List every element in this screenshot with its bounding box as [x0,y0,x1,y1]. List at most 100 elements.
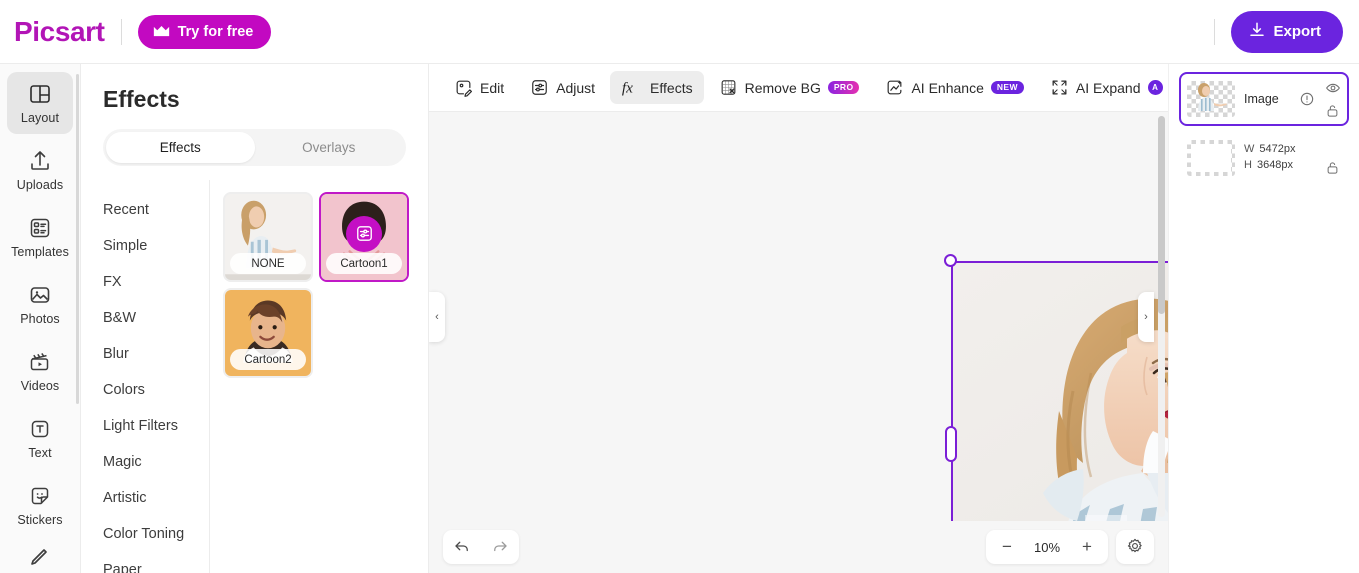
category-list: Recent Simple FX B&W Blur Colors Light F… [81,180,210,573]
redo-button[interactable] [481,530,519,564]
undo-icon [453,537,471,558]
sidebar-label-templates: Templates [11,244,69,259]
try-for-free-button[interactable]: Try for free [137,14,272,49]
category-paper[interactable]: Paper [81,552,209,573]
sidebar-item-draw[interactable] [7,541,73,571]
canvas-toolbar: Edit Adjust fx Effects Remove BG PRO AI … [429,64,1209,112]
sidebar-item-uploads[interactable]: Uploads [7,139,73,201]
tool-label-effects: Effects [650,79,693,96]
canvas-scrollbar[interactable] [1158,116,1165,517]
layer-width-key: W [1244,143,1255,156]
selected-image-layer[interactable] [944,254,1168,521]
tool-adjust[interactable]: Adjust [519,71,606,104]
effect-thumb-none[interactable]: NONE [223,192,313,282]
layer-name-image: Image [1244,92,1279,106]
chevron-left-icon: ‹ [435,310,439,323]
eye-icon[interactable] [1324,79,1341,96]
tool-ai-enhance[interactable]: AI Enhance NEW [874,71,1034,104]
zoom-controls: − 10% + [986,530,1154,564]
tool-effects[interactable]: fx Effects [610,71,704,104]
sidebar-item-videos[interactable]: Videos [7,340,73,402]
gear-icon [1126,537,1144,558]
redo-icon [491,537,509,558]
edit-icon [454,78,473,97]
category-recent[interactable]: Recent [81,192,209,228]
canvas-stage[interactable]: ‹ › [429,112,1168,521]
sidebar-item-templates[interactable]: Templates [7,206,73,268]
collapse-left-panel-button[interactable]: ‹ [429,291,445,342]
tool-label-ai-enhance: AI Enhance [911,79,984,96]
brush-icon [28,544,52,568]
svg-text:fx: fx [622,80,633,97]
picsart-logo: Picsart [14,15,105,47]
sidebar-label-photos: Photos [20,311,60,326]
handle-left-middle[interactable] [945,426,957,462]
zoom-out-button[interactable]: − [988,530,1026,564]
tool-ai-expand[interactable]: AI Expand A [1039,71,1174,104]
collapse-right-panel-button[interactable]: › [1138,291,1154,342]
layer-thumbnail-background [1187,140,1235,176]
canvas-settings-button[interactable] [1116,530,1154,564]
canvas-scrollbar-thumb[interactable] [1158,116,1165,314]
layer-width-value: 5472px [1259,143,1296,156]
picsart-editor: Picsart Try for free Export Layout Uploa… [0,0,1359,573]
layer-height-key: H [1244,159,1252,171]
sidebar-label-stickers: Stickers [17,512,63,527]
templates-icon [28,216,52,240]
tab-effects[interactable]: Effects [106,132,255,163]
effect-label-cartoon1: Cartoon1 [326,253,402,274]
layer-dimensions: W 5472px H 3648px [1244,142,1315,174]
ai-enhance-icon [885,78,904,97]
badge-ai-circle: A [1147,80,1163,95]
handle-top-left[interactable] [944,254,957,267]
tab-overlays[interactable]: Overlays [255,132,404,163]
badge-pro: PRO [827,80,860,95]
download-icon [1248,21,1266,43]
zoom-in-button[interactable]: + [1068,530,1106,564]
layer-background[interactable]: W 5472px H 3648px [1179,133,1349,183]
sticker-icon [28,484,52,508]
category-magic[interactable]: Magic [81,444,209,480]
try-for-free-label: Try for free [177,23,254,40]
layer-image[interactable]: Image [1179,72,1349,126]
badge-new: NEW [990,80,1024,95]
chevron-right-icon: › [1144,310,1148,323]
sidebar-label-layout: Layout [20,110,60,125]
tool-label-ai-expand: AI Expand [1075,79,1141,96]
info-icon[interactable] [1298,91,1315,108]
effect-thumb-cartoon1[interactable]: Cartoon1 [319,192,409,282]
sidebar-item-layout[interactable]: Layout [7,72,73,134]
category-bw[interactable]: B&W [81,300,209,336]
unlock-icon[interactable] [1324,159,1341,176]
layout-icon [28,82,52,106]
effect-thumb-cartoon2[interactable]: Cartoon2 [223,288,313,378]
category-blur[interactable]: Blur [81,336,209,372]
panel-tab-group: Effects Overlays [103,129,406,166]
layers-panel: Image W 5472px H 3648px [1168,64,1359,573]
layer-height-value: 3648px [1256,159,1294,171]
category-fx[interactable]: FX [81,264,209,300]
undo-button[interactable] [443,530,481,564]
tool-remove-bg[interactable]: Remove BG PRO [708,71,871,104]
sidebar-item-text[interactable]: Text [7,407,73,469]
category-simple[interactable]: Simple [81,228,209,264]
category-light-filters[interactable]: Light Filters [81,408,209,444]
export-label: Export [1273,23,1321,40]
category-color-toning[interactable]: Color Toning [81,516,209,552]
photo-icon [28,283,52,307]
history-controls [443,530,519,564]
app-header: Picsart Try for free Export [0,0,1359,64]
crown-icon [153,25,170,38]
tool-label-remove-bg: Remove BG [744,79,821,96]
unlock-icon[interactable] [1324,102,1341,119]
effect-settings-icon[interactable] [346,215,382,252]
category-artistic[interactable]: Artistic [81,480,209,516]
category-colors[interactable]: Colors [81,372,209,408]
export-button[interactable]: Export [1231,10,1343,53]
sidebar-item-stickers[interactable]: Stickers [7,474,73,536]
adjust-icon [530,78,549,97]
tool-edit[interactable]: Edit [443,71,515,104]
canvas-artwork [951,261,1168,521]
sidebar-item-photos[interactable]: Photos [7,273,73,335]
sidebar-scrollbar[interactable] [76,74,79,404]
